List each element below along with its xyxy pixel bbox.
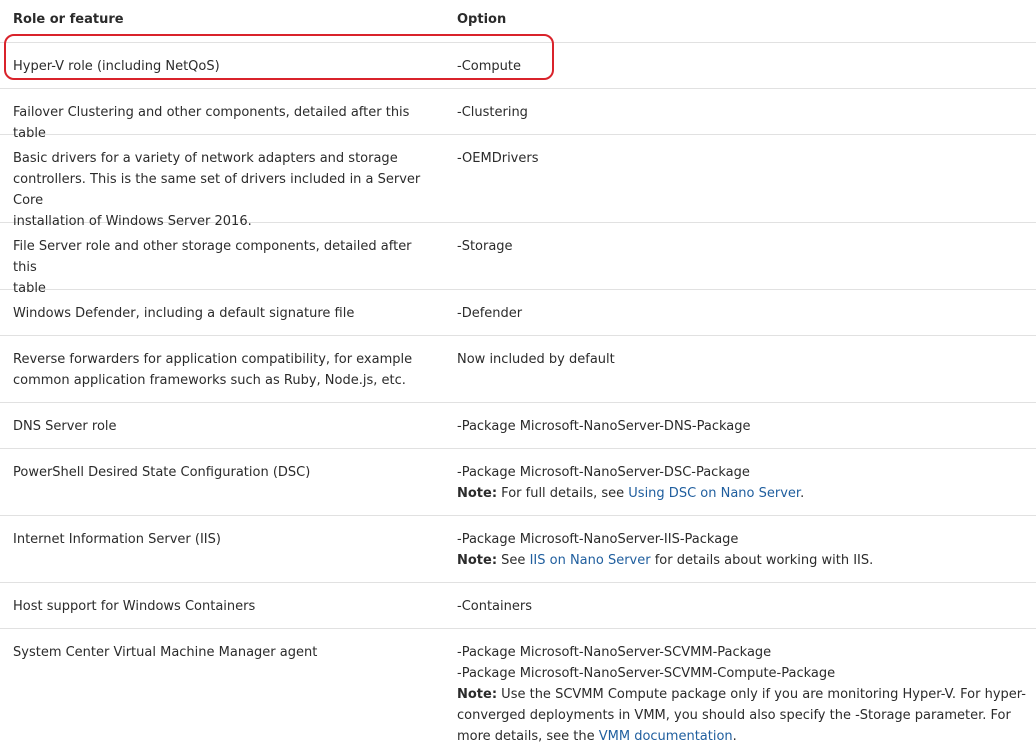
feature-cell: System Center Virtual Machine Manager ag… [13, 645, 318, 660]
feature-line: Basic drivers for a variety of network a… [13, 151, 398, 166]
option-package: -Package Microsoft-NanoServer-IIS-Packag… [457, 532, 739, 547]
note-label: Note: [457, 687, 498, 702]
feature-cell: Internet Information Server (IIS) [13, 532, 221, 547]
note-text: See [497, 553, 530, 568]
feature-cell: Basic drivers for a variety of network a… [0, 135, 444, 229]
feature-cell: File Server role and other storage compo… [0, 223, 444, 296]
note-label: Note: [457, 486, 498, 501]
note-text: more details, see the [457, 729, 599, 744]
option-note: Note: Use the SCVMM Compute package only… [457, 684, 1028, 705]
option-cell: -Storage [457, 239, 513, 254]
note-text: for details about working with IIS. [650, 553, 874, 568]
column-header-role: Role or feature [13, 12, 124, 27]
option-cell: -Clustering [457, 105, 528, 120]
option-cell: -OEMDrivers [457, 151, 539, 166]
iis-doc-link[interactable]: IIS on Nano Server [530, 553, 651, 568]
feature-cell: PowerShell Desired State Configuration (… [13, 465, 311, 480]
feature-cell: Host support for Windows Containers [13, 599, 256, 614]
option-cell: -Package Microsoft-NanoServer-SCVMM-Pack… [444, 629, 1036, 755]
vmm-doc-link[interactable]: VMM documentation [599, 729, 733, 744]
dsc-doc-link[interactable]: Using DSC on Nano Server [628, 486, 800, 501]
table-row: System Center Virtual Machine Manager ag… [0, 629, 1036, 755]
option-package: -Package Microsoft-NanoServer-DSC-Packag… [457, 465, 750, 480]
option-cell: -Defender [457, 306, 523, 321]
option-cell: -Containers [457, 599, 532, 614]
table-row: Reverse forwarders for application compa… [0, 336, 1036, 403]
option-cell: -Package Microsoft-NanoServer-DNS-Packag… [457, 419, 751, 434]
note-label: Note: [457, 553, 498, 568]
feature-cell: DNS Server role [13, 419, 117, 434]
table-row: Host support for Windows Containers -Con… [0, 583, 1036, 629]
note-text: . [800, 486, 805, 501]
option-cell: Now included by default [457, 352, 615, 367]
table-row: Failover Clustering and other components… [0, 89, 1036, 141]
option-note-line: converged deployments in VMM, you should… [457, 708, 1011, 723]
option-note: Note: For full details, see Using DSC on… [457, 483, 1028, 504]
table-header: Role or feature Option [0, 0, 1036, 43]
option-package: -Package Microsoft-NanoServer-SCVMM-Comp… [457, 666, 836, 681]
feature-cell: Reverse forwarders for application compa… [0, 336, 444, 402]
option-cell: -Package Microsoft-NanoServer-DSC-Packag… [444, 449, 1036, 515]
note-text: For full details, see [497, 486, 629, 501]
feature-cell: Failover Clustering and other components… [13, 105, 410, 141]
note-text: . [732, 729, 737, 744]
table-row: PowerShell Desired State Configuration (… [0, 449, 1036, 516]
table-row: DNS Server role -Package Microsoft-NanoS… [0, 403, 1036, 449]
feature-line: common application frameworks such as Ru… [13, 373, 406, 388]
feature-cell: Windows Defender, including a default si… [13, 306, 355, 321]
table-row: File Server role and other storage compo… [0, 223, 1036, 296]
feature-line: File Server role and other storage compo… [13, 239, 412, 275]
option-cell: -Package Microsoft-NanoServer-IIS-Packag… [444, 516, 1036, 582]
table-row: Internet Information Server (IIS) -Packa… [0, 516, 1036, 583]
feature-line: controllers. This is the same set of dri… [13, 172, 421, 208]
feature-cell: Hyper-V role (including NetQoS) [13, 59, 220, 74]
table-row: Hyper-V role (including NetQoS) -Compute [0, 43, 1036, 89]
option-package: -Package Microsoft-NanoServer-SCVMM-Pack… [457, 645, 772, 660]
roles-features-table: Role or feature Option Hyper-V role (inc… [0, 0, 1036, 755]
column-header-option: Option [457, 12, 507, 27]
option-note: Note: See IIS on Nano Server for details… [457, 550, 1028, 571]
option-note-line: more details, see the VMM documentation. [457, 726, 1028, 747]
option-cell: -Compute [457, 59, 521, 74]
feature-line: Reverse forwarders for application compa… [13, 352, 413, 367]
table-row: Basic drivers for a variety of network a… [0, 135, 1036, 229]
note-text: Use the SCVMM Compute package only if yo… [497, 687, 1026, 702]
table-row: Windows Defender, including a default si… [0, 290, 1036, 336]
